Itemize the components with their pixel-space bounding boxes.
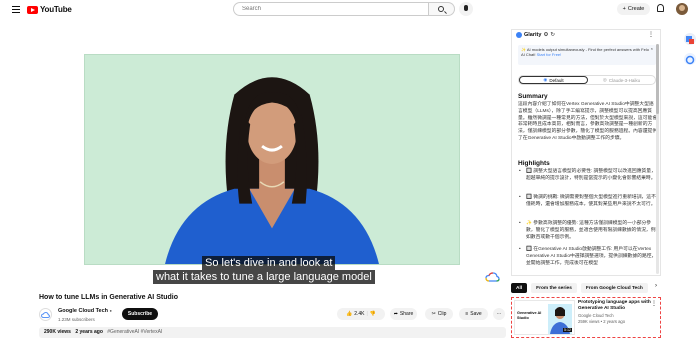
save-label: Save <box>470 311 482 317</box>
related-filter-chips: All From the series From Google Cloud Te… <box>511 283 648 293</box>
upload-age: 2 years ago <box>75 329 103 335</box>
tab-claude-label: Claude-3-Haiku <box>608 77 641 83</box>
panel-menu-icon[interactable]: ⋮ <box>648 31 654 38</box>
google-cloud-watermark-icon <box>485 272 500 282</box>
thumbnail-title: Generative AI Studio <box>517 311 542 320</box>
model-tabs: ◉ Default ◎ Claude-3-Haiku <box>518 75 656 85</box>
like-button[interactable]: 👍 2.4K <box>346 311 365 317</box>
share-icon: ➦ <box>393 311 398 317</box>
tab-claude[interactable]: ◎ Claude-3-Haiku <box>588 76 655 84</box>
glarity-title: Glarity <box>524 32 542 38</box>
youtube-watch-page: YouTube + Create <box>0 0 700 338</box>
search-button[interactable] <box>429 2 455 16</box>
menu-icon[interactable] <box>12 6 20 13</box>
voice-search-icon[interactable] <box>459 2 473 16</box>
chip-all[interactable]: All <box>511 283 528 293</box>
dislike-button[interactable]: 👎 <box>370 311 376 317</box>
logo-text: YouTube <box>40 5 72 14</box>
glarity-panel: Glarity ⚙ ↻ ⋮ ✨ AI models output simulta… <box>511 29 661 276</box>
view-count: 290K views <box>44 329 71 335</box>
save-button[interactable]: ≡ Save <box>459 308 488 320</box>
google-cloud-icon <box>41 311 50 318</box>
search-input[interactable] <box>233 2 429 16</box>
panel-scroll-thumb[interactable] <box>656 44 659 114</box>
clip-label: Clip <box>437 311 447 317</box>
summary-heading: Summary <box>518 93 548 100</box>
channel-name[interactable]: Google Cloud Tech ● <box>58 308 112 314</box>
glarity-logo-icon <box>516 32 522 38</box>
top-bar: YouTube + Create <box>0 0 700 20</box>
tab-default-label: Default <box>549 77 564 83</box>
thumbs-up-icon: 👍 <box>345 311 353 317</box>
plus-icon: + <box>622 6 626 12</box>
save-playlist-icon: ≡ <box>465 311 469 317</box>
caption-line-1: So let's dive in and look at <box>202 256 336 270</box>
account-avatar[interactable] <box>676 3 688 15</box>
chip-from-channel[interactable]: From Google Cloud Tech <box>580 283 648 293</box>
video-duration: 5:12 <box>563 328 572 332</box>
create-label: Create <box>627 6 645 12</box>
promo-banner[interactable]: ✨ AI models output simultaneously - Find… <box>518 45 656 65</box>
caption-line-2: what it takes to tune a large language m… <box>153 270 375 284</box>
channel-name-text: Google Cloud Tech <box>58 308 109 314</box>
video-thumbnail[interactable]: Generative AI Studio 5:12 <box>514 300 575 335</box>
chip-from-series[interactable]: From the series <box>531 283 577 293</box>
glarity-extension-icon[interactable] <box>684 53 696 65</box>
translate-glyph <box>686 36 694 44</box>
promo-close-icon[interactable]: × <box>651 46 653 51</box>
divider: | <box>366 311 368 317</box>
thumbs-down-icon: 👎 <box>369 311 377 317</box>
like-dislike-group: 👍 2.4K | 👎 <box>337 308 385 320</box>
more-actions-button[interactable]: ··· <box>493 308 505 320</box>
video-frame <box>84 54 460 265</box>
hashtags[interactable]: #GenerativeAI #VertexAI <box>107 329 162 335</box>
video-title: How to tune LLMs in Generative AI Studio <box>39 294 178 301</box>
summary-text: 這段內容介紹了如何在Vertex Generative AI Studio中調整… <box>518 102 658 141</box>
promo-link[interactable]: Start for Free! <box>537 52 562 57</box>
presenter-image <box>165 77 379 264</box>
youtube-play-icon <box>27 5 38 14</box>
subscriber-count: 1.23M subscribers <box>58 317 95 322</box>
settings-icon[interactable]: ⚙ <box>543 32 548 38</box>
subscribe-button[interactable]: Subscribe <box>122 308 158 320</box>
share-label: Share <box>399 311 414 317</box>
related-video-card[interactable]: Generative AI Studio 5:12 Prototyping la… <box>511 297 661 338</box>
refresh-icon[interactable]: ↻ <box>550 32 555 38</box>
highlight-item: 🔲 在Generative AI Studio啟動調整工作: 用戶可以在Vert… <box>518 247 658 267</box>
clip-button[interactable]: ✂ Clip <box>425 308 453 320</box>
highlights-heading: Highlights <box>518 160 550 167</box>
create-button[interactable]: + Create <box>617 3 650 15</box>
translate-extension-icon[interactable] <box>684 33 696 45</box>
video-player[interactable] <box>39 29 507 289</box>
related-video-title: Prototyping language apps with Generativ… <box>578 300 651 311</box>
channel-avatar[interactable] <box>39 308 52 321</box>
chevron-right-icon[interactable]: › <box>655 283 657 289</box>
claude-model-icon: ◎ <box>602 77 607 82</box>
extension-edge-bar <box>680 29 700 99</box>
notifications-bell-icon[interactable] <box>657 4 664 12</box>
highlight-item: 🔲 調整大型語言模型的必要性: 調整模型可以改進回應質量，超越單純的提示設計，特… <box>518 169 658 183</box>
related-video-channel[interactable]: Google Cloud Tech <box>578 313 614 318</box>
highlight-item: ✨ 參數高效調整的優勢: 這種方法僅訓練模型的一小部分參數，簡化了模型的服務，並… <box>518 221 658 241</box>
search-icon <box>438 6 444 12</box>
related-video-stats: 259K views • 2 years ago <box>578 319 626 324</box>
glarity-header: Glarity ⚙ ↻ <box>516 32 555 38</box>
like-count: 2.4K <box>354 311 365 317</box>
description-box[interactable]: 290K views 2 years ago #GenerativeAI #Ve… <box>39 327 506 338</box>
glarity-glyph <box>685 55 695 65</box>
verified-icon: ● <box>109 308 112 313</box>
card-more-icon[interactable]: ⋮ <box>651 300 657 307</box>
scissors-icon: ✂ <box>431 311 436 317</box>
share-button[interactable]: ➦ Share <box>390 308 417 320</box>
default-model-icon: ◉ <box>543 77 548 82</box>
more-icon: ··· <box>496 311 502 317</box>
highlight-item: 🔲 微調的挑戰: 微調需要對整個大型模型進行重新培訓，這不僅耗時，還會增加服務成… <box>518 195 658 209</box>
tab-default[interactable]: ◉ Default <box>519 76 588 84</box>
youtube-logo[interactable]: YouTube <box>27 5 72 14</box>
